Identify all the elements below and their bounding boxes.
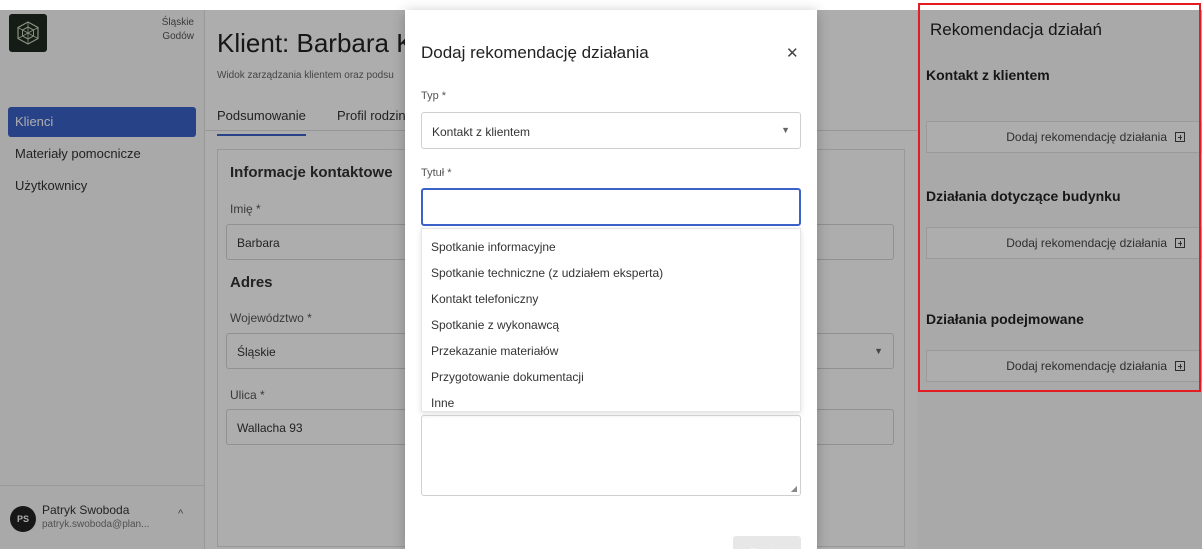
save-button[interactable]: Zapisz bbox=[733, 536, 801, 549]
title-input[interactable] bbox=[421, 188, 801, 226]
list-item[interactable]: Spotkanie informacyjne bbox=[422, 234, 800, 260]
chevron-down-icon: ▼ bbox=[781, 125, 790, 135]
resize-handle-icon[interactable]: ◢ bbox=[791, 484, 797, 493]
type-select[interactable]: Kontakt z klientem ▼ bbox=[421, 112, 801, 149]
add-recommendation-dialog: Dodaj rekomendację działania ✕ Typ * Kon… bbox=[405, 10, 817, 549]
list-item[interactable]: Przygotowanie dokumentacji bbox=[422, 364, 800, 390]
type-select-value: Kontakt z klientem bbox=[432, 125, 531, 139]
description-textarea[interactable]: ◢ bbox=[421, 415, 801, 496]
list-item[interactable]: Inne bbox=[422, 390, 800, 416]
title-suggestions-list: Spotkanie informacyjne Spotkanie technic… bbox=[421, 228, 801, 412]
list-item[interactable]: Przekazanie materiałów bbox=[422, 338, 800, 364]
highlight-frame bbox=[918, 3, 1201, 392]
dialog-title: Dodaj rekomendację działania bbox=[421, 43, 649, 62]
title-label: Tytuł * bbox=[421, 167, 452, 179]
type-label: Typ * bbox=[421, 90, 447, 102]
close-icon[interactable]: ✕ bbox=[786, 44, 799, 62]
list-item[interactable]: Kontakt telefoniczny bbox=[422, 286, 800, 312]
list-item[interactable]: Spotkanie techniczne (z udziałem ekspert… bbox=[422, 260, 800, 286]
list-item[interactable]: Spotkanie z wykonawcą bbox=[422, 312, 800, 338]
